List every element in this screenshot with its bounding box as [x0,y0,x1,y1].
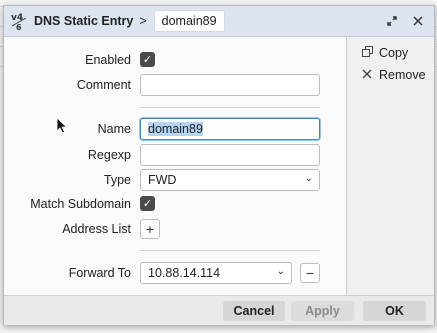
side-actions-panel: Copy Remove [346,37,434,295]
dns-static-entry-dialog: v4 6 DNS Static Entry > domain89 Enabled… [3,5,435,325]
close-icon[interactable] [409,12,427,30]
add-address-list-button[interactable]: + [140,219,160,239]
address-list-row: Address List + [4,218,347,240]
svg-text:v4: v4 [11,13,23,23]
name-input[interactable]: domain89 [140,118,320,140]
comment-label: Comment [76,78,131,92]
address-list-label: Address List [62,222,131,236]
match-subdomain-label: Match Subdomain [30,197,131,211]
enabled-row: Enabled ✓ [4,49,347,71]
svg-text:6: 6 [16,23,22,31]
copy-label: Copy [379,46,409,60]
forward-to-value: 10.88.14.114 [148,266,221,280]
comment-input[interactable] [140,74,320,96]
remove-forward-to-button[interactable]: − [300,263,320,283]
chevron-down-icon: ⌄ [304,173,313,184]
copy-action[interactable]: Copy [361,46,408,60]
forward-to-select[interactable]: 10.88.14.114 ⌄ [140,262,292,284]
restore-icon[interactable] [383,12,401,30]
forward-to-label: Forward To [68,266,131,280]
section-divider-2 [140,250,320,251]
name-input-value: domain89 [148,122,203,136]
regexp-input[interactable] [140,144,320,166]
remove-icon [361,69,373,82]
dialog-footer: Cancel Apply OK [4,295,434,325]
enabled-label: Enabled [85,53,131,67]
remove-label: Remove [379,68,426,82]
section-divider [140,107,320,108]
match-subdomain-row: Match Subdomain ✓ [4,193,347,215]
entry-name-tag: domain89 [153,10,225,32]
remove-action[interactable]: Remove [361,68,426,82]
dialog-titlebar[interactable]: v4 6 DNS Static Entry > domain89 [4,6,434,37]
copy-icon [361,46,373,60]
match-subdomain-checkbox[interactable]: ✓ [140,196,155,211]
apply-button[interactable]: Apply [291,301,354,321]
form-area: Enabled ✓ Comment Name domain89 Regexp T… [4,37,347,295]
forward-to-row: Forward To 10.88.14.114 ⌄ − [4,262,347,284]
title-separator: > [139,14,147,28]
regexp-label: Regexp [87,148,131,162]
type-select[interactable]: FWD ⌄ [140,169,320,191]
mikrotik-logo-icon: v4 6 [10,11,28,32]
name-label: Name [97,122,131,136]
chevron-down-icon: ⌄ [276,266,285,277]
dialog-title: DNS Static Entry [34,14,134,28]
ok-button[interactable]: OK [363,301,426,321]
type-label: Type [103,173,131,187]
type-row: Type FWD ⌄ [4,169,347,191]
type-select-value: FWD [148,173,177,187]
regexp-row: Regexp [4,144,347,166]
enabled-checkbox[interactable]: ✓ [140,52,155,67]
comment-row: Comment [4,74,347,96]
cancel-button[interactable]: Cancel [223,301,285,321]
